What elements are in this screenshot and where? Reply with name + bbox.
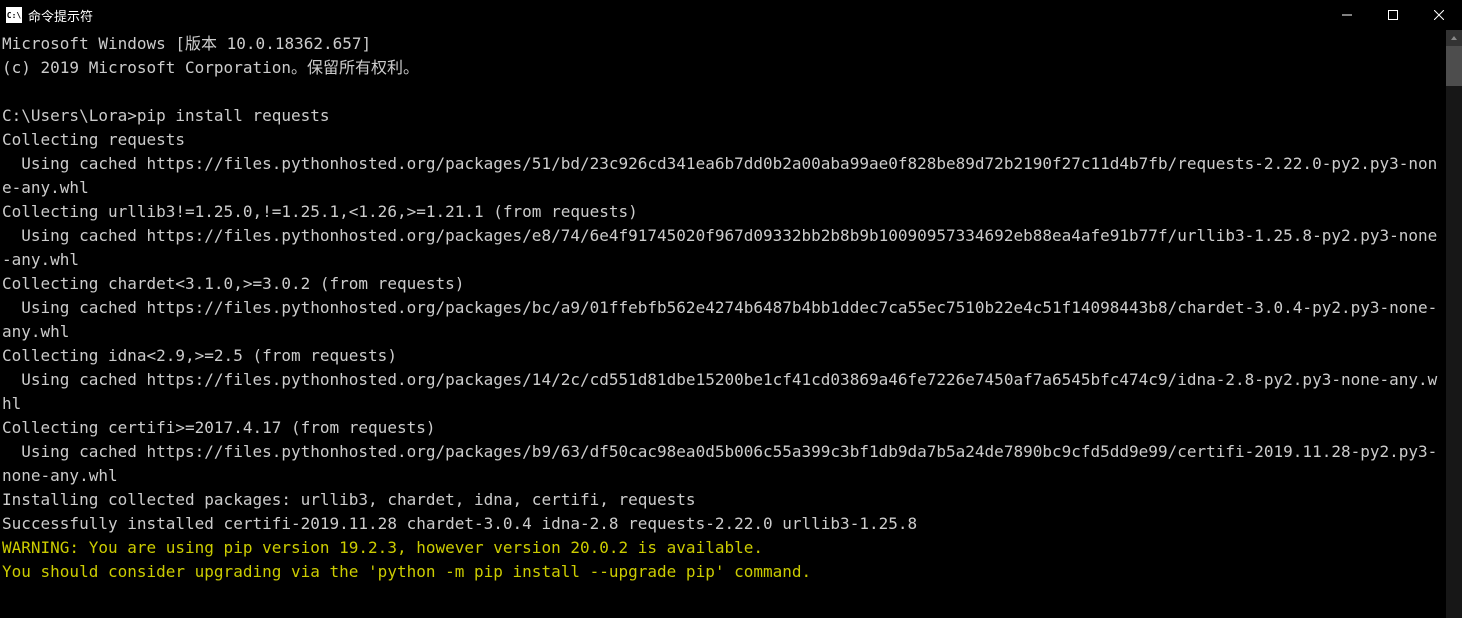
- scroll-up-button[interactable]: [1446, 30, 1462, 46]
- terminal-line: Using cached https://files.pythonhosted.…: [2, 224, 1442, 272]
- terminal-area: Microsoft Windows [版本 10.0.18362.657](c)…: [0, 30, 1462, 618]
- terminal-line: Collecting idna<2.9,>=2.5 (from requests…: [2, 344, 1442, 368]
- terminal-line: [2, 80, 1442, 104]
- terminal-output[interactable]: Microsoft Windows [版本 10.0.18362.657](c)…: [0, 30, 1446, 618]
- minimize-button[interactable]: [1324, 0, 1370, 30]
- close-button[interactable]: [1416, 0, 1462, 30]
- terminal-line: Installing collected packages: urllib3, …: [2, 488, 1442, 512]
- terminal-line: Collecting chardet<3.1.0,>=3.0.2 (from r…: [2, 272, 1442, 296]
- window-title: 命令提示符: [28, 6, 1324, 25]
- terminal-line: Microsoft Windows [版本 10.0.18362.657]: [2, 32, 1442, 56]
- terminal-line: (c) 2019 Microsoft Corporation。保留所有权利。: [2, 56, 1442, 80]
- terminal-line: Successfully installed certifi-2019.11.2…: [2, 512, 1442, 536]
- terminal-line: Using cached https://files.pythonhosted.…: [2, 440, 1442, 488]
- terminal-line: You should consider upgrading via the 'p…: [2, 560, 1442, 584]
- maximize-button[interactable]: [1370, 0, 1416, 30]
- terminal-line: WARNING: You are using pip version 19.2.…: [2, 536, 1442, 560]
- vertical-scrollbar[interactable]: [1446, 30, 1462, 618]
- terminal-line: Collecting urllib3!=1.25.0,!=1.25.1,<1.2…: [2, 200, 1442, 224]
- terminal-line: Using cached https://files.pythonhosted.…: [2, 152, 1442, 200]
- terminal-line: C:\Users\Lora>pip install requests: [2, 104, 1442, 128]
- scroll-thumb[interactable]: [1446, 46, 1462, 86]
- window-titlebar[interactable]: C:\ 命令提示符: [0, 0, 1462, 30]
- terminal-line: Using cached https://files.pythonhosted.…: [2, 296, 1442, 344]
- window-controls: [1324, 0, 1462, 30]
- terminal-line: Using cached https://files.pythonhosted.…: [2, 368, 1442, 416]
- terminal-line: Collecting certifi>=2017.4.17 (from requ…: [2, 416, 1442, 440]
- cmd-icon: C:\: [6, 7, 22, 23]
- terminal-line: Collecting requests: [2, 128, 1442, 152]
